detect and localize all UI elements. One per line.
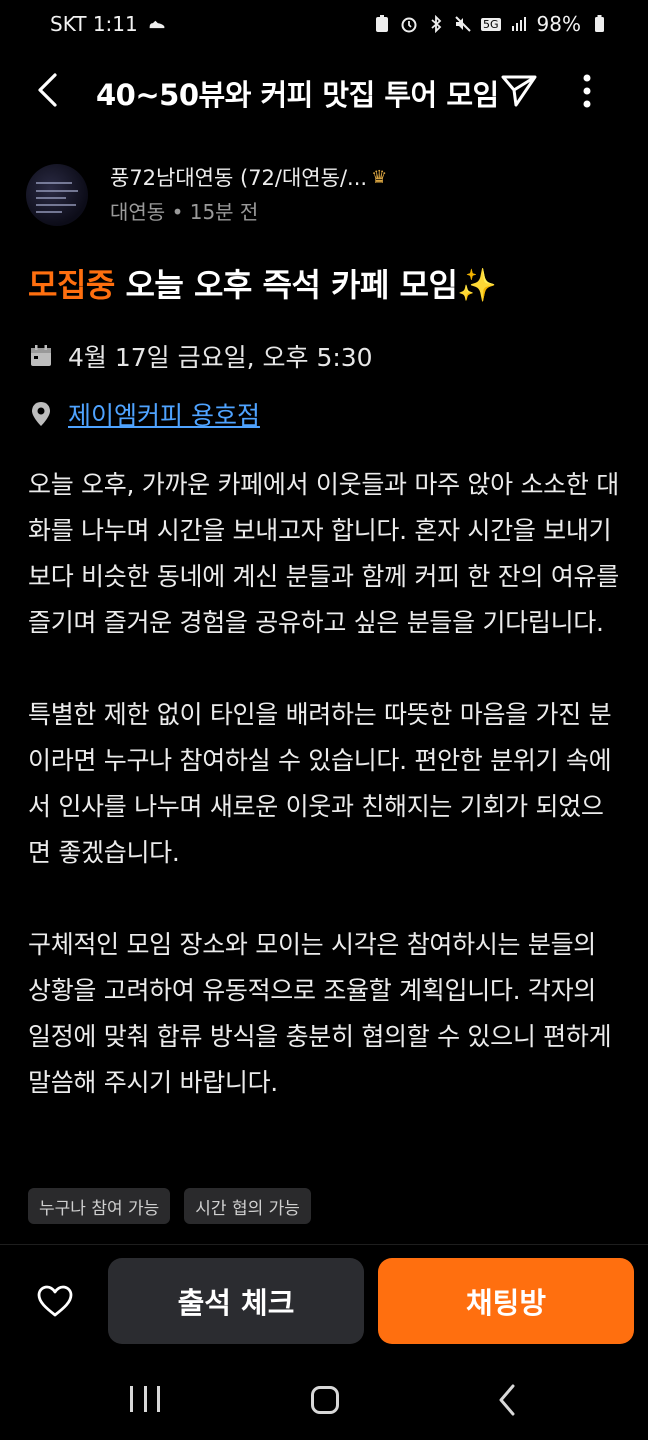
app-bar: 40~50뷰와 커피 맛집 투어 모임 — [0, 54, 648, 126]
post-time: 15분 전 — [189, 200, 259, 224]
meta-separator: • — [171, 200, 184, 224]
status-bar: SKT 1:11 5G 98% — [0, 0, 648, 48]
post-title: 모집중 오늘 오후 즉석 카페 모임✨ — [28, 260, 628, 306]
chat-room-button[interactable]: 채팅방 — [378, 1258, 634, 1344]
back-chevron-icon — [499, 1384, 515, 1416]
more-options-button[interactable] — [570, 68, 604, 114]
back-button[interactable] — [28, 68, 68, 112]
signal-icon — [510, 15, 528, 33]
crown-icon: ♛ — [371, 166, 388, 188]
status-badge: 모집중 — [28, 266, 115, 304]
post-paragraph: 구체적인 모임 장소와 모이는 시각은 참여하시는 분들의 상황을 고려하여 유… — [28, 930, 612, 1097]
post-title-text: 오늘 오후 즉석 카페 모임✨ — [125, 266, 497, 304]
network-type: 5G — [481, 17, 501, 31]
battery-icon — [590, 15, 608, 33]
author-info[interactable]: 풍72남대연동 (72/대연동/... ♛ 대연동 • 15분 전 — [26, 156, 626, 232]
post-paragraph: 특별한 제한 없이 타인을 배려하는 따뜻한 마음을 가진 분이라면 누구나 참… — [28, 700, 612, 867]
battery-level: 98% — [536, 12, 581, 36]
like-button[interactable] — [32, 1278, 78, 1324]
clock: SKT 1:11 — [50, 12, 138, 36]
author-meta: 대연동 • 15분 전 — [110, 196, 258, 225]
meeting-date-row: 4월 17일 금요일, 오후 5:30 — [28, 338, 628, 374]
post-paragraph: 오늘 오후, 가까운 카페에서 이웃들과 마주 앉아 소소한 대화를 나누며 시… — [28, 470, 619, 637]
heart-icon — [37, 1285, 73, 1317]
more-vert-icon — [583, 74, 591, 108]
avatar[interactable] — [26, 164, 88, 226]
tag-list: 누구나 참여 가능 시간 협의 가능 — [28, 1188, 311, 1224]
battery-saver-icon — [373, 15, 391, 33]
bluetooth-icon — [427, 15, 445, 33]
location-pin-icon — [28, 401, 54, 427]
tag-chip: 시간 협의 가능 — [184, 1188, 311, 1224]
shoe-icon — [148, 15, 166, 33]
recent-apps-button[interactable] — [130, 1386, 160, 1414]
system-back-button[interactable] — [494, 1382, 520, 1418]
meeting-place-row: 제이엠커피 용호점 — [28, 396, 628, 432]
divider — [0, 1244, 648, 1245]
home-button[interactable] — [311, 1386, 339, 1414]
meeting-place-link[interactable]: 제이엠커피 용호점 — [68, 396, 260, 432]
bottom-action-bar: 출석 체크 채팅방 — [0, 1256, 648, 1348]
share-icon — [501, 75, 537, 107]
page-title: 40~50뷰와 커피 맛집 투어 모임 — [96, 78, 499, 112]
author-name[interactable]: 풍72남대연동 (72/대연동/... ♛ — [110, 162, 387, 192]
mute-icon — [454, 15, 472, 33]
author-name-text: 풍72남대연동 (72/대연동/... — [110, 166, 368, 190]
calendar-icon — [28, 343, 54, 369]
tag-chip: 누구나 참여 가능 — [28, 1188, 171, 1224]
attendance-check-button[interactable]: 출석 체크 — [108, 1258, 364, 1344]
alarm-icon — [400, 15, 418, 33]
meeting-date: 4월 17일 금요일, 오후 5:30 — [68, 343, 373, 372]
system-nav-bar — [0, 1360, 648, 1440]
author-location: 대연동 — [110, 200, 166, 224]
recent-apps-icon — [130, 1386, 133, 1412]
share-button[interactable] — [496, 68, 542, 114]
back-arrow-icon — [38, 73, 57, 107]
post-body: 오늘 오후, 가까운 카페에서 이웃들과 마주 앉아 소소한 대화를 나누며 시… — [28, 462, 624, 1106]
